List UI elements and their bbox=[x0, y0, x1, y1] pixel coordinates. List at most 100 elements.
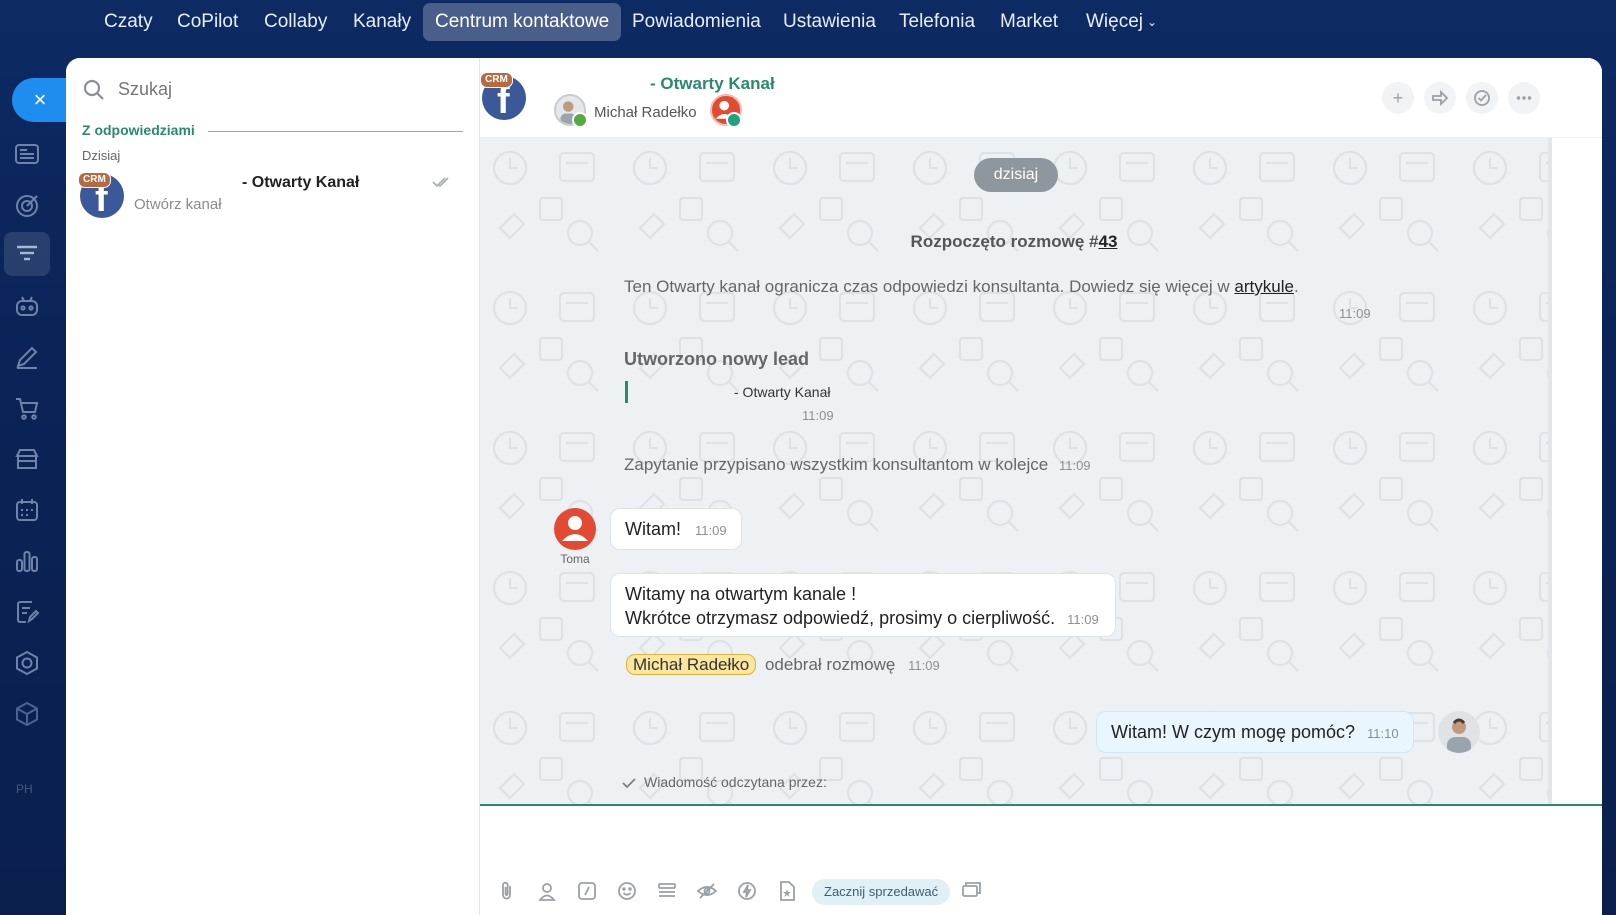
hidden-message-icon[interactable] bbox=[696, 880, 718, 902]
crm-badge: CRM bbox=[480, 72, 513, 88]
welcome-time: 11:09 bbox=[1067, 612, 1099, 627]
welcome-line-1: Witamy na otwartym kanale ! bbox=[625, 584, 857, 604]
agent-message[interactable]: Witam! W czym mogę pomóc? 11:10 bbox=[1096, 711, 1414, 753]
limit-notice: Ten Otwarty kanał ogranicza czas odpowie… bbox=[624, 277, 1299, 297]
limit-notice-time: 11:09 bbox=[1339, 306, 1371, 321]
nav-item-kanaly[interactable]: Kanały bbox=[341, 3, 423, 41]
document-icon[interactable] bbox=[776, 880, 798, 902]
agent-avatar[interactable] bbox=[1438, 711, 1480, 753]
nav-item-czaty[interactable]: Czaty bbox=[92, 3, 165, 41]
left-rail: × PH bbox=[0, 58, 68, 915]
add-icon[interactable]: + bbox=[1382, 82, 1414, 114]
nav-item-copilot[interactable]: CoPilot bbox=[165, 3, 250, 41]
lead-created-title: Utworzono nowy lead bbox=[624, 349, 810, 369]
article-link[interactable]: artykule bbox=[1234, 277, 1294, 296]
settings-hex-icon[interactable] bbox=[13, 649, 41, 677]
client-name: Toma bbox=[560, 552, 590, 566]
nav-more-label: Więcej bbox=[1086, 11, 1144, 33]
target-icon[interactable] bbox=[13, 191, 41, 219]
member-name[interactable]: Michał Radełko bbox=[594, 104, 697, 121]
conversation-started: Rozpoczęto rozmowę #43 bbox=[480, 232, 1548, 252]
document-edit-icon[interactable] bbox=[13, 598, 41, 626]
chat-list-item[interactable]: f CRM - Otwarty Kanał Otwórz kanał bbox=[66, 168, 480, 224]
group-divider bbox=[208, 131, 463, 132]
scrollbar[interactable] bbox=[1548, 138, 1552, 804]
nav-item-collaby[interactable]: Collaby bbox=[252, 3, 339, 41]
commands-icon[interactable] bbox=[576, 880, 598, 902]
chat-list-sidebar: Z odpowiedziami Dzisiaj f CRM - Otwarty … bbox=[66, 58, 480, 915]
chat-header-title: - Otwarty Kanał bbox=[650, 74, 775, 93]
nav-item-telefonia[interactable]: Telefonia bbox=[887, 3, 987, 41]
agent-message-time: 11:10 bbox=[1367, 726, 1399, 741]
search-input[interactable] bbox=[118, 72, 458, 106]
check-icon bbox=[622, 778, 636, 789]
welcome-message[interactable]: Witamy na otwartym kanale ! Wkrótce otrz… bbox=[610, 573, 1116, 637]
welcome-line-2: Wkrótce otrzymasz odpowiedź, prosimy o c… bbox=[625, 608, 1056, 628]
robot-icon[interactable] bbox=[13, 292, 41, 320]
limit-notice-suffix: . bbox=[1293, 277, 1299, 296]
chevron-down-icon: ⌄ bbox=[1147, 15, 1158, 29]
transfer-icon bbox=[726, 112, 742, 128]
client-message-time: 11:09 bbox=[695, 523, 727, 538]
attach-icon[interactable] bbox=[496, 880, 518, 902]
quick-answers-icon[interactable] bbox=[656, 880, 678, 902]
double-check-icon bbox=[432, 177, 449, 188]
conversation-started-text: Rozpoczęto rozmowę # bbox=[910, 232, 1099, 251]
emoji-icon[interactable] bbox=[616, 880, 638, 902]
chat-subtitle: Otwórz kanał bbox=[134, 196, 222, 213]
funnel-icon[interactable] bbox=[4, 232, 50, 276]
assigned-notice-text: Zapytanie przypisano wszystkim konsultan… bbox=[624, 455, 1049, 474]
nav-item-powiadomienia[interactable]: Powiadomienia bbox=[620, 3, 773, 41]
cart-icon[interactable] bbox=[13, 394, 41, 422]
news-icon[interactable] bbox=[13, 140, 41, 168]
user-mention[interactable]: Michał Radełko bbox=[626, 654, 757, 675]
message-input[interactable] bbox=[504, 816, 1564, 866]
message-composer: Zacznij sprzedawać bbox=[480, 804, 1602, 915]
top-navigation: Czaty CoPilot Collaby Kanały Centrum kon… bbox=[0, 0, 1616, 44]
lead-name-link[interactable]: - Otwarty Kanał bbox=[734, 384, 830, 400]
lightning-icon[interactable] bbox=[736, 880, 758, 902]
bar-chart-icon[interactable] bbox=[13, 547, 41, 575]
search-icon bbox=[83, 79, 104, 100]
finish-icon[interactable] bbox=[1466, 82, 1498, 114]
more-icon[interactable] bbox=[1508, 82, 1540, 114]
limit-notice-text: Ten Otwarty kanał ogranicza czas odpowie… bbox=[624, 277, 1235, 296]
assigned-time: 11:09 bbox=[1058, 458, 1091, 473]
main-panel: Z odpowiedziami Dzisiaj f CRM - Otwarty … bbox=[66, 58, 1602, 915]
taken-notice: Michał Radełko odebrał rozmowę 11:09 bbox=[626, 654, 940, 675]
crown-icon bbox=[572, 112, 588, 128]
client-message[interactable]: Witam! 11:09 bbox=[610, 508, 742, 550]
user-icon[interactable] bbox=[536, 880, 558, 902]
cube-icon[interactable] bbox=[13, 700, 41, 728]
nav-item-ustawienia[interactable]: Ustawienia bbox=[771, 3, 888, 41]
rail-faint-label: PH bbox=[16, 782, 33, 796]
date-label: Dzisiaj bbox=[82, 148, 121, 163]
store-icon[interactable] bbox=[13, 445, 41, 473]
crm-badge: CRM bbox=[78, 172, 111, 188]
group-label: Z odpowiedziami bbox=[82, 122, 195, 138]
lead-time: 11:09 bbox=[802, 408, 834, 423]
agent-message-text: Witam! W czym mogę pomóc? bbox=[1111, 722, 1356, 742]
nav-item-more[interactable]: Więcej ⌄ bbox=[1074, 3, 1169, 41]
taken-notice-text: odebrał rozmowę bbox=[764, 655, 896, 674]
conversation-number-link[interactable]: 43 bbox=[1099, 232, 1118, 251]
calendar-icon[interactable] bbox=[13, 496, 41, 524]
lead-quote-bar bbox=[625, 381, 628, 403]
nav-item-centrum-kontaktowe[interactable]: Centrum kontaktowe bbox=[423, 3, 622, 41]
taken-time: 11:09 bbox=[908, 658, 940, 673]
nav-item-market[interactable]: Market bbox=[988, 3, 1070, 41]
date-divider: dzisiaj bbox=[974, 158, 1058, 192]
forward-icon[interactable] bbox=[1424, 82, 1456, 114]
chat-header: f CRM - Otwarty Kanał Michał Radełko + bbox=[480, 58, 1602, 138]
chat-title: - Otwarty Kanał bbox=[242, 174, 360, 191]
messages-area[interactable]: dzisiaj Rozpoczęto rozmowę #43 Ten Otwar… bbox=[480, 138, 1548, 804]
assigned-notice: Zapytanie przypisano wszystkim konsultan… bbox=[624, 455, 1091, 475]
start-selling-button[interactable]: Zacznij sprzedawać bbox=[812, 879, 951, 905]
close-button[interactable]: × bbox=[12, 78, 68, 122]
client-message-text: Witam! bbox=[625, 519, 681, 539]
client-avatar[interactable] bbox=[554, 508, 596, 550]
chat-window: f CRM - Otwarty Kanał Michał Radełko + d… bbox=[480, 58, 1602, 915]
read-receipt-text: Wiadomość odczytana przez: bbox=[644, 774, 827, 790]
pen-icon[interactable] bbox=[13, 343, 41, 371]
chat-window-icon[interactable] bbox=[960, 880, 982, 902]
